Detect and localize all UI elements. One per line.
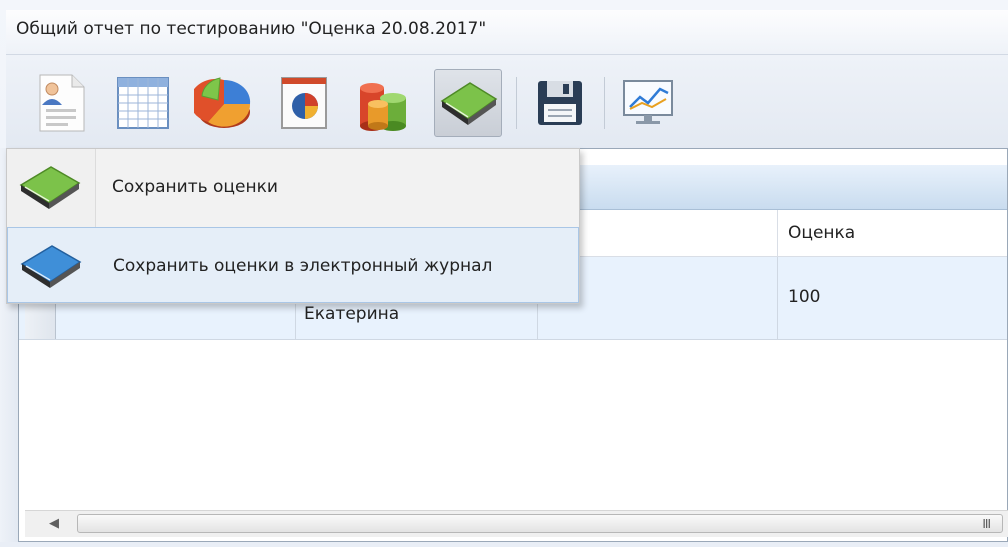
green-book-icon bbox=[19, 166, 81, 209]
cell-name-text: Екатерина bbox=[304, 304, 400, 324]
save-button[interactable] bbox=[526, 69, 594, 137]
window-title: Общий отчет по тестированию "Оценка 20.0… bbox=[16, 19, 487, 39]
toolbar-separator bbox=[604, 77, 605, 129]
table-icon bbox=[117, 77, 169, 129]
cylinder-chart-icon bbox=[360, 83, 406, 131]
save-disk-icon bbox=[538, 81, 582, 125]
cell-score-text: 100 bbox=[788, 287, 821, 307]
save-grades-dropdown: Сохранить оценки Сохранить оценки в элек… bbox=[6, 148, 580, 304]
toolbar bbox=[6, 55, 1008, 151]
report-pie-button[interactable] bbox=[270, 69, 338, 137]
user-card-icon bbox=[39, 74, 85, 132]
user-card-button[interactable] bbox=[26, 69, 94, 137]
monitor-chart-icon bbox=[623, 80, 673, 124]
monitor-chart-button[interactable] bbox=[614, 69, 682, 137]
save-grades-menu-button[interactable] bbox=[434, 69, 502, 137]
menu-item-save-grades-to-journal[interactable]: Сохранить оценки в электронный журнал bbox=[7, 227, 579, 303]
horizontal-scrollbar[interactable]: ◀ III bbox=[25, 510, 1008, 537]
blue-book-icon bbox=[20, 245, 82, 288]
toolbar-separator bbox=[516, 77, 517, 129]
table-button[interactable] bbox=[109, 69, 177, 137]
pie-chart-button[interactable] bbox=[190, 69, 258, 137]
report-window: Общий отчет по тестированию "Оценка 20.0… bbox=[0, 0, 1008, 547]
green-book-icon bbox=[440, 82, 498, 125]
cell-score: 100 bbox=[777, 257, 1007, 339]
menu-item-label: Сохранить оценки bbox=[112, 177, 278, 197]
menu-item-save-grades[interactable]: Сохранить оценки bbox=[7, 149, 579, 225]
scroll-thumb[interactable]: III bbox=[77, 514, 1003, 533]
pie-chart-icon bbox=[194, 77, 251, 128]
title-bar: Общий отчет по тестированию "Оценка 20.0… bbox=[6, 10, 1008, 55]
menu-item-label: Сохранить оценки в электронный журнал bbox=[113, 256, 493, 276]
report-pie-icon bbox=[281, 77, 327, 129]
cylinder-chart-button[interactable] bbox=[350, 69, 418, 137]
scroll-left-arrow[interactable]: ◀ bbox=[43, 513, 65, 535]
scroll-grip: III bbox=[982, 517, 991, 531]
column-header-score[interactable]: Оценка bbox=[777, 210, 1008, 256]
